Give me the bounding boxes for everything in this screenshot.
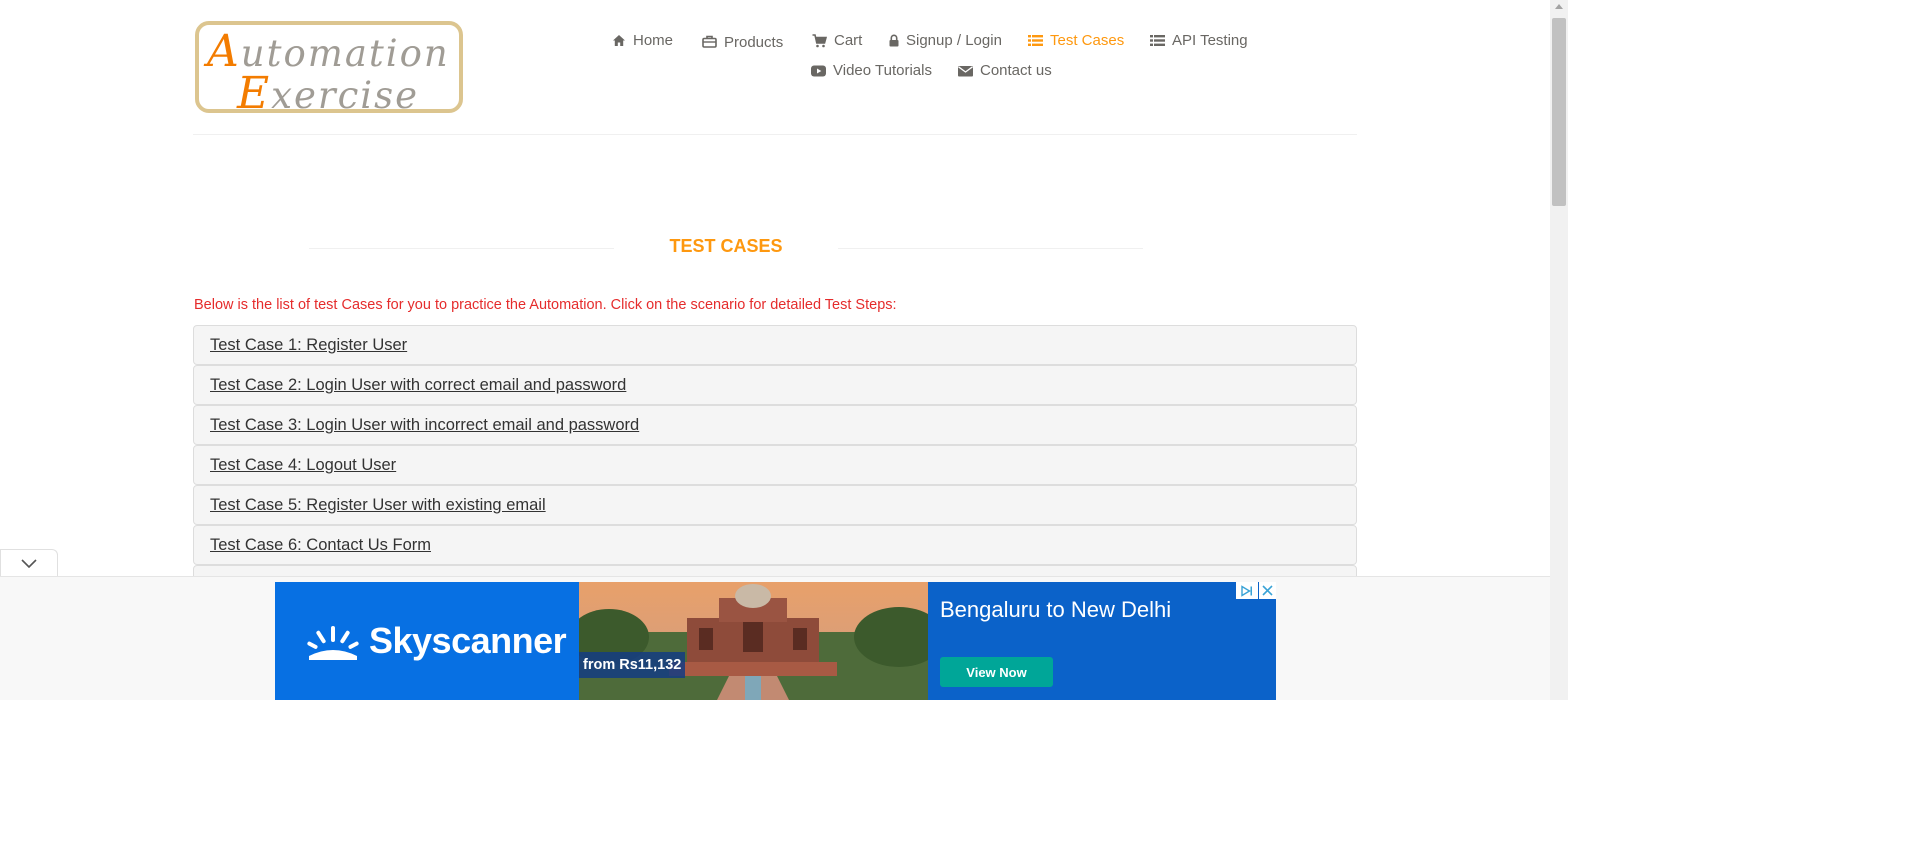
intro-text: Below is the list of test Cases for you … [194, 297, 897, 313]
list-icon [1028, 35, 1043, 46]
test-case-link[interactable]: Test Case 5: Register User with existing… [210, 496, 546, 515]
envelope-icon [958, 65, 973, 76]
nav-video-label: Video Tutorials [833, 62, 932, 79]
cart-icon [812, 33, 827, 47]
briefcase-icon [702, 35, 717, 48]
ad-banner[interactable]: Skyscanner from Rs11,132 Bengaluru to Ne… [275, 582, 1276, 700]
test-case-row[interactable]: Test Case 4: Logout User [193, 445, 1357, 485]
ad-offer-panel: Bengaluru to New Delhi View Now [928, 582, 1276, 700]
ad-price: from Rs11,132 [579, 652, 686, 678]
test-case-row[interactable]: Test Case 3: Login User with incorrect e… [193, 405, 1357, 445]
test-case-link[interactable]: Test Case 6: Contact Us Form [210, 536, 431, 555]
nav-contact-us[interactable]: Contact us [958, 62, 1052, 79]
nav-signup-login[interactable]: Signup / Login [889, 32, 1002, 49]
logo-line-2: Exercise [237, 68, 420, 119]
ad-photo [579, 582, 928, 700]
ad-choices-icon[interactable] [1236, 582, 1258, 599]
ad-headline: Bengaluru to New Delhi [940, 597, 1172, 622]
scroll-thumb[interactable] [1552, 18, 1566, 206]
nav-products-label: Products [724, 34, 784, 51]
nav-login-label: Signup / Login [906, 32, 1002, 49]
nav-cart[interactable]: Cart [812, 32, 862, 49]
nav-home-label: Home [633, 32, 674, 49]
scroll-up-arrow-icon[interactable] [1555, 4, 1563, 9]
view-now-button[interactable]: View Now [940, 657, 1053, 687]
ad-collapse-toggle[interactable] [0, 549, 58, 576]
page-scrollbar[interactable] [1550, 0, 1568, 700]
youtube-icon [811, 65, 826, 76]
nav-api-testing-label: API Testing [1172, 32, 1248, 49]
test-case-link[interactable]: Test Case 1: Register User [210, 336, 407, 355]
test-case-link[interactable]: Test Case 3: Login User with incorrect e… [210, 416, 639, 435]
nav-test-cases-label: Test Cases [1050, 32, 1125, 49]
test-case-row[interactable]: Test Case 2: Login User with correct ema… [193, 365, 1357, 405]
skyscanner-sunrise-icon [307, 626, 359, 660]
nav-contact-label: Contact us [980, 62, 1052, 79]
test-case-link[interactable]: Test Case 2: Login User with correct ema… [210, 376, 626, 395]
test-case-row[interactable]: Test Case 6: Contact Us Form [193, 525, 1357, 565]
nav-products[interactable]: Products [702, 33, 784, 51]
test-case-link[interactable]: Test Case 4: Logout User [210, 456, 396, 475]
test-case-row[interactable]: Test Case 1: Register User [193, 325, 1357, 365]
test-case-row[interactable]: Test Case 5: Register User with existing… [193, 485, 1357, 525]
monument-photo [579, 582, 928, 700]
nav-cart-label: Cart [834, 32, 863, 49]
site-logo[interactable]: Automation Exercise [195, 21, 463, 119]
chevron-down-icon [21, 558, 37, 568]
test-case-list: Test Case 1: Register User Test Case 2: … [193, 325, 1357, 605]
list-icon [1150, 35, 1165, 46]
nav-home[interactable]: Home [612, 32, 673, 49]
nav-video-tutorials[interactable]: Video Tutorials [811, 62, 932, 79]
lock-icon [889, 34, 899, 47]
ad-brand-name: Skyscanner [369, 620, 567, 661]
header-divider [193, 134, 1357, 135]
nav-api-testing[interactable]: API Testing [1150, 32, 1248, 49]
ad-brand-panel: Skyscanner [275, 582, 579, 700]
ad-close-icon[interactable] [1259, 582, 1276, 599]
page-title: TEST CASES [669, 236, 783, 256]
nav-test-cases[interactable]: Test Cases [1028, 32, 1124, 49]
home-icon [613, 35, 625, 46]
